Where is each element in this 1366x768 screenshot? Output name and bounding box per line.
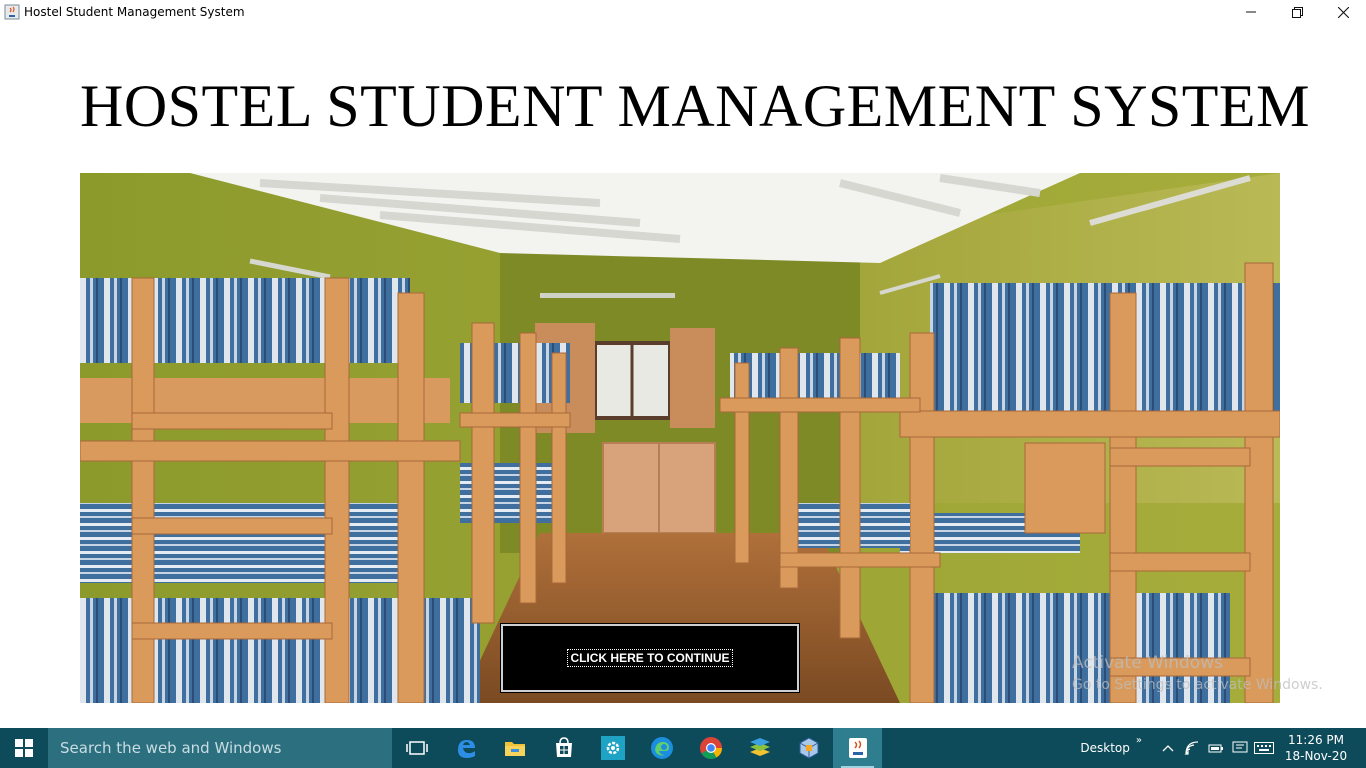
chrome-taskbar-button[interactable] bbox=[686, 728, 735, 768]
edge-legacy-taskbar-button[interactable] bbox=[441, 728, 490, 768]
restore-icon bbox=[1291, 6, 1303, 18]
bluestacks-icon bbox=[749, 738, 770, 756]
file-explorer-taskbar-button[interactable] bbox=[490, 728, 539, 768]
battery-icon bbox=[1208, 744, 1223, 753]
page-title: HOSTEL STUDENT MANAGEMENT SYSTEM bbox=[80, 73, 1310, 139]
clock-date: 18-Nov-20 bbox=[1284, 749, 1348, 763]
minimize-icon bbox=[1246, 11, 1256, 13]
start-button[interactable] bbox=[0, 728, 48, 768]
watermark-title: Activate Windows bbox=[1072, 653, 1223, 673]
task-view-button[interactable] bbox=[392, 728, 441, 768]
notification-icon bbox=[1232, 741, 1248, 753]
chevron-up-icon bbox=[1162, 745, 1174, 752]
close-icon bbox=[1337, 6, 1349, 18]
battery-button[interactable] bbox=[1204, 728, 1228, 768]
java-taskbar-button[interactable] bbox=[833, 728, 882, 768]
system-tray: Desktop » 11:26 PM 18-Nov-20 bbox=[1080, 728, 1366, 768]
wifi-icon bbox=[1184, 741, 1199, 755]
watermark-subtitle: Go to Settings to activate Windows. bbox=[1072, 677, 1323, 693]
edge-taskbar-button[interactable] bbox=[637, 728, 686, 768]
toolbar-chevron-icon[interactable]: » bbox=[1136, 735, 1142, 746]
taskbar: Search the web and Windows Desktop » 11:… bbox=[0, 728, 1366, 768]
continue-button-label: CLICK HERE TO CONTINUE bbox=[567, 649, 733, 667]
network-button[interactable] bbox=[1180, 728, 1204, 768]
java-app-icon bbox=[4, 4, 20, 20]
search-placeholder: Search the web and Windows bbox=[60, 739, 282, 757]
edge-icon bbox=[650, 737, 673, 759]
chrome-icon bbox=[699, 737, 722, 759]
window-titlebar: Hostel Student Management System bbox=[0, 0, 1366, 24]
activation-watermark: Activate Windows Go to Settings to activ… bbox=[1072, 652, 1323, 696]
bluestacks-taskbar-button[interactable] bbox=[735, 728, 784, 768]
java-icon bbox=[848, 738, 867, 758]
virtualbox-taskbar-button[interactable] bbox=[784, 728, 833, 768]
continue-button[interactable]: CLICK HERE TO CONTINUE bbox=[500, 623, 800, 693]
window-title: Hostel Student Management System bbox=[24, 5, 245, 19]
store-taskbar-button[interactable] bbox=[539, 728, 588, 768]
keyboard-button[interactable] bbox=[1252, 728, 1276, 768]
show-hidden-icons-button[interactable] bbox=[1156, 728, 1180, 768]
close-button[interactable] bbox=[1320, 0, 1366, 24]
minimize-button[interactable] bbox=[1228, 0, 1274, 24]
edge-legacy-icon bbox=[457, 740, 475, 758]
settings-taskbar-button[interactable] bbox=[588, 728, 637, 768]
task-view-icon bbox=[405, 741, 428, 755]
virtualbox-icon bbox=[799, 737, 818, 759]
settings-icon bbox=[600, 736, 625, 760]
taskbar-search-box[interactable]: Search the web and Windows bbox=[48, 728, 392, 768]
desktop-toolbar-label[interactable]: Desktop bbox=[1080, 741, 1130, 755]
action-center-button[interactable] bbox=[1228, 728, 1252, 768]
clock-time: 11:26 PM bbox=[1288, 733, 1344, 747]
store-icon bbox=[555, 737, 572, 757]
windows-logo-icon bbox=[15, 739, 33, 757]
keyboard-icon bbox=[1254, 742, 1274, 754]
restore-button[interactable] bbox=[1274, 0, 1320, 24]
file-explorer-icon bbox=[504, 742, 525, 756]
taskbar-clock[interactable]: 11:26 PM 18-Nov-20 bbox=[1280, 732, 1352, 764]
